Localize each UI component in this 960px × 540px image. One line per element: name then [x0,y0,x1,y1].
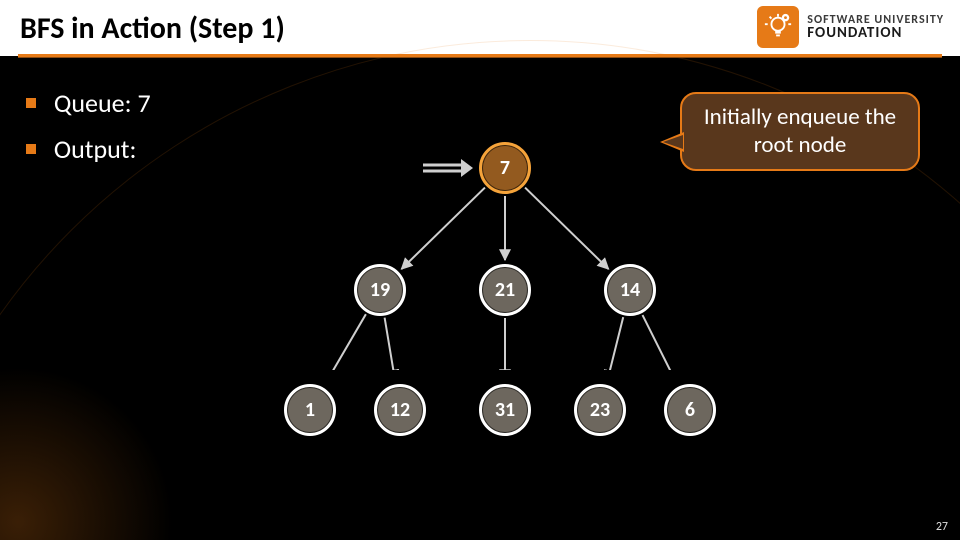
logo: SOFTWARE UNIVERSITY FOUNDATION [757,6,944,48]
tree-edge [525,188,608,269]
tree-node-7: 7 [479,142,531,194]
tree-node-6: 6 [664,384,716,436]
decorative-flare [0,340,200,540]
tree-edge [643,315,677,370]
tree-node-12: 12 [374,384,426,436]
bullet-icon [26,144,36,154]
callout-box: Initially enqueue the root node [680,92,920,171]
logo-text-bottom: FOUNDATION [807,26,944,41]
bullet-icon [26,98,36,108]
tree-edge [325,314,366,370]
tree-node-23: 23 [574,384,626,436]
tree-node-1: 1 [284,384,336,436]
queue-label: Queue: [54,87,132,119]
tree-edge [607,317,623,370]
tree-node-21: 21 [479,264,531,316]
tree-edge [385,318,395,370]
tree-node-14: 14 [604,264,656,316]
callout-tail-icon [660,132,684,152]
tree-node-31: 31 [479,384,531,436]
output-label: Output: [54,133,137,165]
header-divider [18,54,942,58]
tree-edge [401,188,484,269]
lightbulb-gear-icon [757,6,799,48]
page-number: 27 [936,520,948,534]
queue-value: 7 [137,87,150,119]
tree-node-19: 19 [354,264,406,316]
callout-text: Initially enqueue the root node [704,103,896,159]
page-title: BFS in Action (Step 1) [20,10,285,47]
